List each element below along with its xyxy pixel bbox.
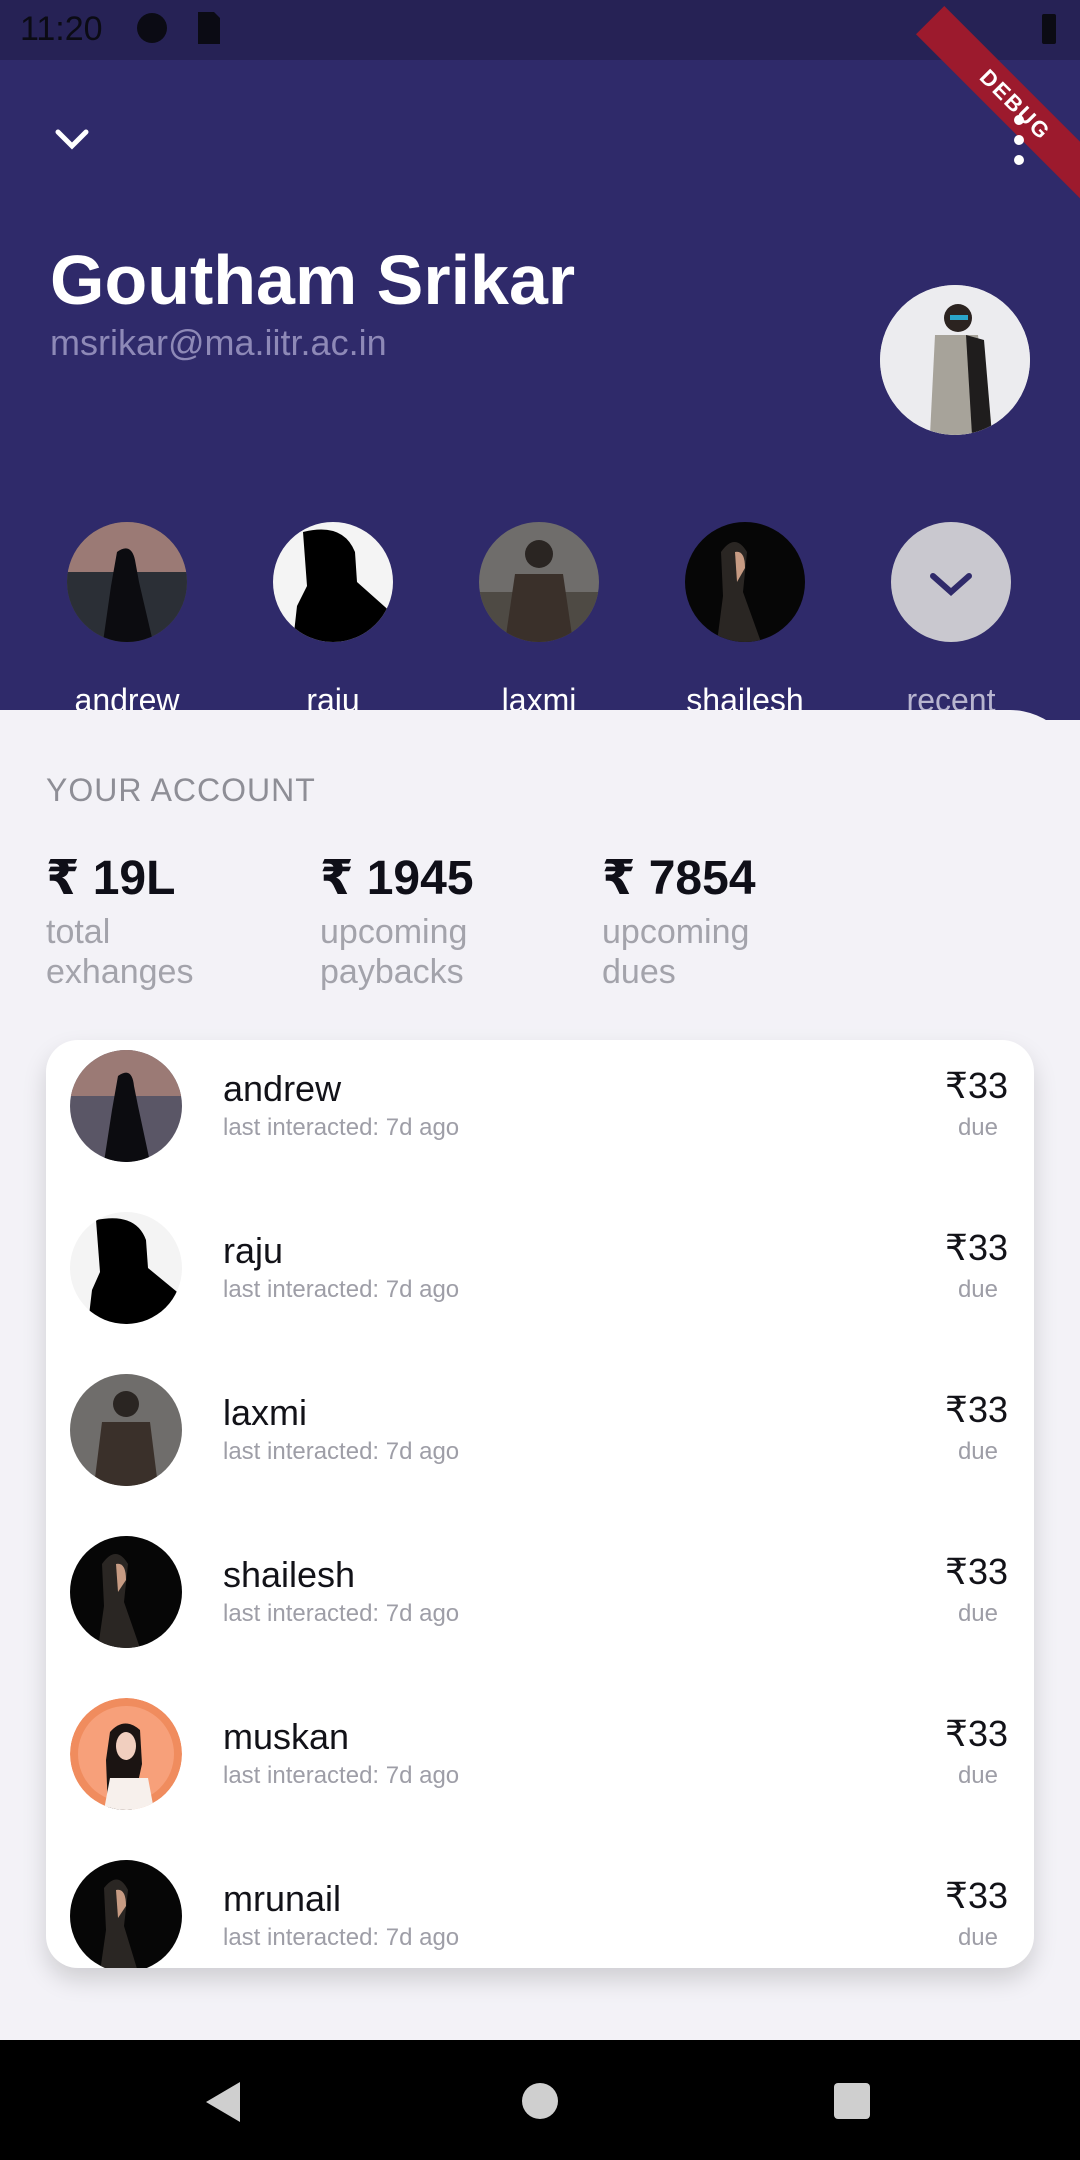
stat-label-line2: paybacks: [320, 953, 464, 991]
list-amount: ₹33: [945, 1551, 1008, 1592]
contact-avatar: [273, 522, 393, 642]
sd-card-icon: [198, 12, 220, 44]
status-icon: [137, 13, 167, 43]
list-subtitle: last interacted: 7d ago: [223, 1114, 460, 1141]
status-bar: 11:20: [0, 0, 1080, 60]
list-avatar: [70, 1212, 182, 1324]
profile-name: Goutham Srikar: [50, 241, 576, 319]
stat-upcoming-dues: ₹ 7854 upcoming dues: [602, 850, 756, 992]
list-avatar: [70, 1536, 182, 1648]
list-subtitle: last interacted: 7d ago: [223, 1600, 460, 1627]
contact-avatar: [685, 522, 805, 642]
profile-avatar[interactable]: [880, 285, 1030, 435]
interaction-list-card: andrew last interacted: 7d ago ₹33 due r…: [46, 1040, 1034, 1968]
stat-label-line1: upcoming: [602, 913, 750, 951]
profile-header: DEBUG Goutham Srikar msrikar@ma.iitr.ac.…: [0, 6, 1080, 720]
list-status: due: [957, 1276, 998, 1303]
contact-andrew[interactable]: andrew: [62, 522, 192, 719]
stat-label-line1: upcoming: [320, 913, 468, 951]
recent-avatar: [891, 522, 1011, 642]
stat-value: ₹ 19L: [46, 852, 176, 905]
profile-email: msrikar@ma.iitr.ac.in: [50, 322, 387, 363]
list-item[interactable]: shailesh last interacted: 7d ago ₹33 due: [46, 1526, 1034, 1688]
list-amount: ₹33: [945, 1713, 1008, 1754]
list-status: due: [957, 1438, 998, 1465]
list-avatar: [70, 1698, 182, 1810]
list-name: laxmi: [223, 1392, 308, 1433]
stat-total-exchanges: ₹ 19L total exhanges: [46, 850, 193, 992]
list-amount: ₹33: [945, 1065, 1008, 1106]
more-vert-icon[interactable]: [1004, 110, 1034, 170]
status-time: 11:20: [20, 10, 103, 48]
chevron-down-icon[interactable]: [52, 120, 92, 160]
list-item[interactable]: raju last interacted: 7d ago ₹33 due: [46, 1202, 1034, 1364]
list-item[interactable]: laxmi last interacted: 7d ago ₹33 due: [46, 1364, 1034, 1526]
list-item[interactable]: mrunail last interacted: 7d ago ₹33 due: [46, 1850, 1034, 1968]
list-name: shailesh: [223, 1554, 356, 1595]
list-status: due: [957, 1924, 998, 1951]
list-name: andrew: [223, 1068, 342, 1109]
stat-upcoming-paybacks: ₹ 1945 upcoming paybacks: [320, 850, 474, 992]
list-status: due: [957, 1762, 998, 1789]
list-subtitle: last interacted: 7d ago: [223, 1762, 460, 1789]
back-triangle-icon[interactable]: [206, 2082, 240, 2122]
avatar-photo: [880, 285, 1030, 435]
list-amount: ₹33: [945, 1389, 1008, 1430]
list-name: muskan: [223, 1716, 350, 1757]
contact-shailesh[interactable]: shailesh: [680, 522, 810, 719]
system-nav-bar: [0, 2040, 1080, 2160]
battery-icon: [1042, 14, 1056, 44]
list-avatar: [70, 1050, 182, 1162]
list-subtitle: last interacted: 7d ago: [223, 1276, 460, 1303]
contact-avatar: [67, 522, 187, 642]
stat-label-line1: total: [46, 913, 111, 951]
contact-recent[interactable]: recent: [886, 522, 1016, 719]
section-title: YOUR ACCOUNT: [46, 772, 316, 808]
chevron-down-icon: [930, 573, 972, 597]
list-avatar: [70, 1860, 182, 1968]
list-subtitle: last interacted: 7d ago: [223, 1924, 460, 1951]
contact-raju[interactable]: raju: [268, 522, 398, 719]
list-name: raju: [223, 1230, 284, 1271]
stat-value: ₹ 7854: [602, 852, 756, 905]
stat-value: ₹ 1945: [320, 852, 474, 905]
list-amount: ₹33: [945, 1875, 1008, 1916]
stat-label-line2: exhanges: [46, 953, 194, 991]
stat-label-line2: dues: [602, 953, 676, 991]
list-amount: ₹33: [945, 1227, 1008, 1268]
list-item[interactable]: muskan last interacted: 7d ago ₹33 due: [46, 1688, 1034, 1850]
list-status: due: [957, 1114, 998, 1141]
contact-avatar: [479, 522, 599, 642]
contact-laxmi[interactable]: laxmi: [474, 522, 604, 719]
list-status: due: [957, 1600, 998, 1627]
home-circle-icon[interactable]: [522, 2083, 558, 2119]
list-item[interactable]: andrew last interacted: 7d ago ₹33 due: [46, 1040, 1034, 1202]
list-subtitle: last interacted: 7d ago: [223, 1438, 460, 1465]
list-name: mrunail: [223, 1878, 342, 1919]
list-avatar: [70, 1374, 182, 1486]
recent-square-icon[interactable]: [834, 2083, 870, 2119]
